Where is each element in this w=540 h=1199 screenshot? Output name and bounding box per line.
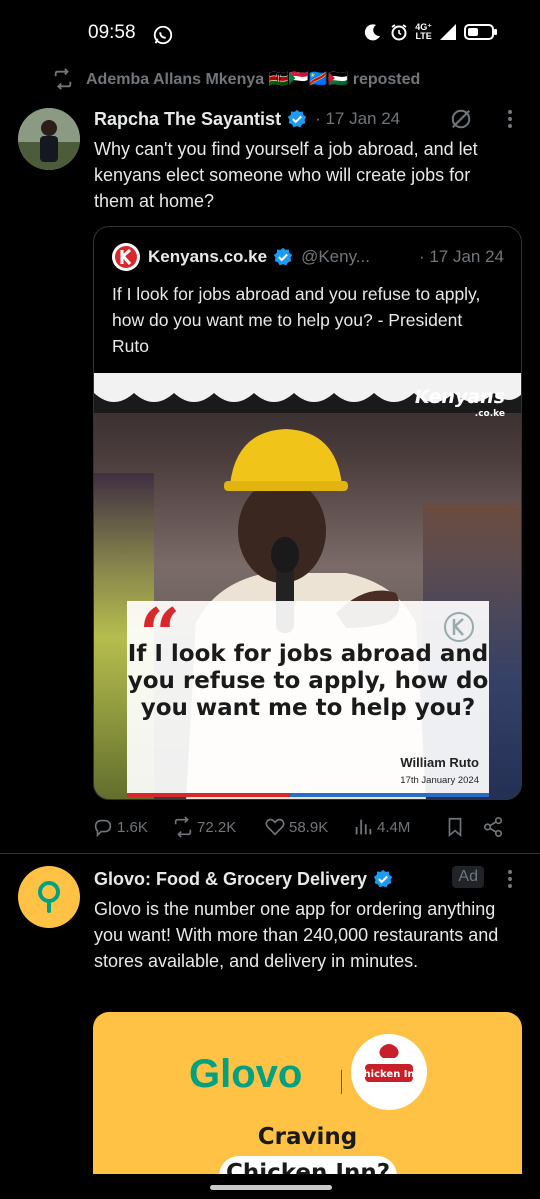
kenyans-logo-icon <box>112 243 140 271</box>
like-count: 58.9K <box>289 818 329 836</box>
quote-date: 17th January 2024 <box>400 775 479 786</box>
tweet-text: Why can't you find yourself a job abroad… <box>94 139 478 211</box>
network-bottom: LTE <box>415 31 432 41</box>
quoted-text: If I look for jobs abroad and you refuse… <box>112 284 481 356</box>
more-options-icon[interactable] <box>506 108 514 130</box>
views-icon <box>355 819 372 835</box>
bookmark-button[interactable] <box>444 816 482 838</box>
quoted-author-name: Kenyans.co.ke <box>148 247 268 266</box>
quote-text: If I look for jobs abroad and you refuse… <box>127 641 489 721</box>
reply-count: 1.6K <box>117 818 148 836</box>
quote-overlay: “ If I look for jobs abroad and you refu… <box>127 599 489 797</box>
ad-badge: Ad <box>452 866 484 888</box>
quoted-date: · 17 Jan 24 <box>418 247 504 266</box>
share-icon <box>483 817 503 837</box>
status-time: 09:58 <box>88 22 136 43</box>
chicken-inn-wordmark: Chicken Inn <box>356 1069 422 1080</box>
tweet-date: · 17 Jan 24 <box>315 109 401 128</box>
heart-icon <box>265 818 285 836</box>
like-button[interactable]: 58.9K <box>264 816 352 838</box>
grok-icon[interactable] <box>450 108 472 130</box>
advertiser-name[interactable]: Glovo: Food & Grocery Delivery <box>94 869 367 890</box>
quoted-header: Kenyans.co.ke @Keny... · 17 Jan 24 <box>112 243 504 271</box>
ad-media-card[interactable]: Glovo Chicken Inn Craving Chicken Inn? <box>93 1012 522 1199</box>
quote-stripe <box>127 793 489 797</box>
view-count: 4.4M <box>377 818 411 836</box>
glovo-avatar[interactable] <box>18 866 80 928</box>
watermark-sub: .co.ke <box>474 409 505 419</box>
alarm-icon <box>391 24 407 41</box>
quoted-tweet[interactable]: Kenyans.co.ke @Keny... · 17 Jan 24 If I … <box>93 226 522 800</box>
ad-header: Glovo: Food & Grocery Delivery Ad <box>94 866 524 892</box>
chicken-inn-logo-icon: Chicken Inn <box>351 1034 427 1110</box>
avatar[interactable] <box>18 108 80 170</box>
whatsapp-icon <box>153 25 173 45</box>
tweet-header: Rapcha The Sayantist · 17 Jan 24 <box>94 106 524 132</box>
glovo-logo: Glovo <box>189 1052 303 1096</box>
repost-label: Ademba Allans Mkenya 🇰🇪🇸🇩🇨🇩🇵🇸 reposted <box>86 71 421 88</box>
repost-button[interactable]: 72.2K <box>172 816 264 838</box>
status-icons: 4G⁺ LTE <box>363 22 498 42</box>
verified-badge-icon <box>373 869 393 888</box>
verified-badge-icon <box>273 247 293 266</box>
tweet-actions: 1.6K 72.2K 58.9K 4.4M <box>92 814 522 840</box>
quote-author: William Ruto <box>400 755 479 770</box>
kenyans-round-logo-icon <box>444 612 474 642</box>
repost-indicator[interactable]: Ademba Allans Mkenya 🇰🇪🇸🇩🇨🇩🇵🇸 reposted <box>52 68 420 90</box>
verified-badge-icon <box>287 109 307 128</box>
quoted-media[interactable]: Kenyans .co.ke “ If I look for jobs abro… <box>94 373 521 799</box>
logo-separator <box>341 1070 342 1094</box>
signal-icon <box>440 24 456 40</box>
author-name[interactable]: Rapcha The Sayantist <box>94 109 281 130</box>
gesture-bar[interactable] <box>210 1185 332 1190</box>
ad-text: Glovo is the number one app for ordering… <box>94 899 499 971</box>
reply-button[interactable]: 1.6K <box>92 816 172 838</box>
moon-icon <box>365 24 381 41</box>
ad-headline: Craving <box>257 1124 358 1150</box>
network-label: 4G⁺ LTE <box>415 23 432 41</box>
reply-icon <box>94 819 112 838</box>
views-button[interactable]: 4.4M <box>352 816 444 838</box>
repost-icon <box>174 816 192 838</box>
repost-count: 72.2K <box>197 818 237 836</box>
quoted-handle: @Keny... <box>301 247 370 266</box>
kenyans-watermark: Kenyans .co.ke <box>414 386 505 423</box>
bookmark-icon <box>448 817 462 838</box>
tweet-divider <box>0 853 540 854</box>
status-bar: 09:58 4G⁺ LTE <box>0 0 540 66</box>
more-options-icon[interactable] <box>506 868 514 890</box>
watermark-text: Kenyans <box>414 386 505 408</box>
avatar-image <box>18 108 80 170</box>
glovo-pin-icon <box>38 881 60 913</box>
share-button[interactable] <box>482 816 504 838</box>
battery-icon <box>464 24 497 40</box>
repost-icon <box>54 68 72 90</box>
